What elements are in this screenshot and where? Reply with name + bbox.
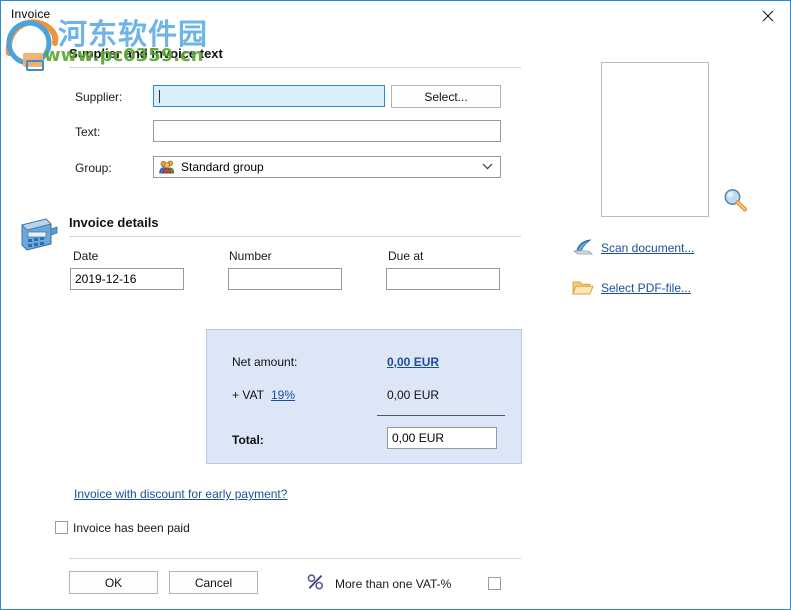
supplier-input[interactable] bbox=[153, 85, 385, 107]
date-label: Date bbox=[73, 249, 99, 263]
due-at-label: Due at bbox=[388, 249, 424, 263]
invoice-paid-label: Invoice has been paid bbox=[73, 521, 190, 535]
amount-divider bbox=[377, 415, 505, 416]
vat-rate-link[interactable]: 19% bbox=[271, 388, 295, 402]
vat-label: + VAT bbox=[232, 388, 264, 402]
group-selected-value: Standard group bbox=[181, 160, 264, 174]
users-group-icon bbox=[159, 160, 175, 174]
net-amount-value-link[interactable]: 0,00 EUR bbox=[387, 355, 439, 369]
total-input-value: 0,00 EUR bbox=[392, 431, 445, 445]
close-button[interactable] bbox=[745, 1, 790, 31]
magnifier-icon[interactable] bbox=[722, 187, 748, 213]
chevron-down-icon bbox=[482, 163, 493, 170]
document-preview[interactable] bbox=[601, 62, 709, 217]
text-caret bbox=[159, 89, 160, 103]
vat-amount-value: 0,00 EUR bbox=[387, 388, 440, 402]
net-amount-label: Net amount: bbox=[232, 355, 298, 369]
invoice-details-rule bbox=[69, 236, 521, 237]
number-input[interactable] bbox=[228, 268, 342, 290]
date-input-value: 2019-12-16 bbox=[75, 272, 137, 286]
percent-icon bbox=[307, 574, 324, 590]
footer-rule bbox=[69, 558, 521, 559]
ok-button[interactable]: OK bbox=[69, 571, 158, 594]
early-payment-discount-link[interactable]: Invoice with discount for early payment? bbox=[74, 487, 287, 501]
number-label: Number bbox=[229, 249, 272, 263]
total-label: Total: bbox=[232, 433, 264, 447]
multi-vat-checkbox[interactable] bbox=[488, 577, 501, 590]
supplier-label: Supplier: bbox=[75, 90, 123, 104]
invoice-text-input[interactable] bbox=[153, 120, 501, 142]
supplier-section-rule bbox=[69, 67, 521, 68]
scan-document-link[interactable]: Scan document... bbox=[601, 241, 694, 255]
select-supplier-button[interactable]: Select... bbox=[391, 85, 501, 108]
scanner-icon bbox=[572, 239, 594, 255]
amount-summary-panel: Net amount: 0,00 EUR + VAT 19% 0,00 EUR … bbox=[206, 329, 522, 464]
date-input[interactable]: 2019-12-16 bbox=[70, 268, 184, 290]
title-bar: Invoice bbox=[1, 1, 790, 33]
close-icon bbox=[762, 10, 773, 22]
group-combobox[interactable]: Standard group bbox=[153, 156, 501, 178]
window-title: Invoice bbox=[11, 7, 51, 21]
total-input[interactable]: 0,00 EUR bbox=[387, 427, 497, 449]
invoice-paid-checkbox[interactable] bbox=[55, 521, 68, 534]
cancel-button[interactable]: Cancel bbox=[169, 571, 258, 594]
folder-open-icon bbox=[572, 281, 594, 295]
supplier-section-title: Supplier and invoice text bbox=[69, 46, 223, 61]
multi-vat-label: More than one VAT-% bbox=[335, 577, 452, 591]
select-pdf-link[interactable]: Select PDF-file... bbox=[601, 281, 691, 295]
group-label: Group: bbox=[75, 161, 112, 175]
invoice-dialog-window: Invoice 河东软件园 www.pc0359.cn Supplier and… bbox=[0, 0, 791, 610]
invoice-details-title: Invoice details bbox=[69, 215, 159, 230]
due-at-input[interactable] bbox=[386, 268, 500, 290]
text-label: Text: bbox=[75, 125, 101, 139]
cash-register-icon bbox=[21, 218, 58, 251]
